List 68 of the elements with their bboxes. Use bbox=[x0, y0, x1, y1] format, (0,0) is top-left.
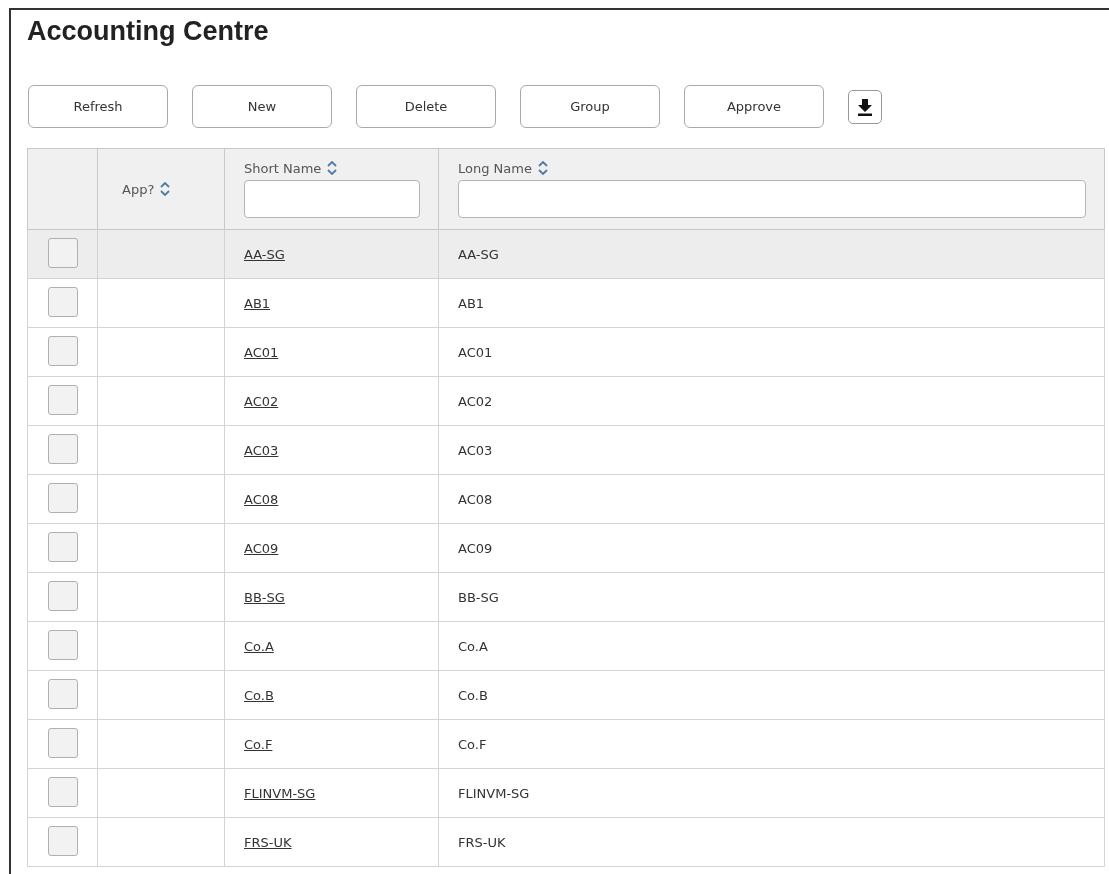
sort-icon[interactable] bbox=[537, 161, 548, 175]
table-row[interactable]: FRS-UK FRS-UK bbox=[27, 817, 1105, 867]
download-icon bbox=[858, 97, 872, 116]
row-checkbox[interactable] bbox=[48, 384, 78, 415]
row-checkbox[interactable] bbox=[48, 335, 78, 366]
row-checkbox[interactable] bbox=[48, 776, 78, 807]
short-name-link[interactable]: AB1 bbox=[244, 295, 271, 311]
row-checkbox[interactable] bbox=[48, 286, 78, 317]
row-checkbox[interactable] bbox=[48, 531, 78, 562]
short-name-link[interactable]: BB-SG bbox=[244, 589, 285, 605]
long-name-text: FRS-UK bbox=[458, 834, 506, 850]
row-checkbox[interactable] bbox=[48, 580, 78, 611]
long-name-text: FLINVM-SG bbox=[458, 785, 530, 801]
download-button[interactable] bbox=[848, 89, 882, 124]
column-header[interactable]: Long Name bbox=[458, 160, 532, 176]
column-header[interactable]: Short Name bbox=[244, 160, 322, 176]
long-name-text: Co.A bbox=[458, 638, 488, 654]
toolbar-button[interactable]: New bbox=[192, 85, 332, 128]
filter-field[interactable] bbox=[458, 179, 1086, 218]
row-checkbox[interactable] bbox=[48, 678, 78, 709]
table-row[interactable]: AB1 AB1 bbox=[27, 278, 1105, 328]
row-checkbox[interactable] bbox=[48, 727, 78, 758]
table-row[interactable]: AC02 AC02 bbox=[27, 376, 1105, 426]
long-name-text: AC09 bbox=[458, 540, 493, 556]
toolbar-button[interactable]: Approve bbox=[684, 85, 824, 128]
row-checkbox[interactable] bbox=[48, 237, 78, 268]
table-row[interactable]: Co.A Co.A bbox=[27, 621, 1105, 671]
row-checkbox[interactable] bbox=[48, 482, 78, 513]
table-row[interactable]: Co.F Co.F bbox=[27, 719, 1105, 769]
table-row[interactable]: AC01 AC01 bbox=[27, 327, 1105, 377]
table-row[interactable]: AC03 AC03 bbox=[27, 425, 1105, 475]
short-name-link[interactable]: Co.F bbox=[244, 736, 273, 752]
table-row[interactable]: FLINVM-SG FLINVM-SG bbox=[27, 768, 1105, 818]
table-row[interactable]: AA-SG AA-SG bbox=[27, 229, 1105, 279]
short-name-link[interactable]: FRS-UK bbox=[244, 834, 292, 850]
long-name-text: AC02 bbox=[458, 393, 493, 409]
long-name-text: Co.B bbox=[458, 687, 488, 703]
long-name-text: Co.F bbox=[458, 736, 487, 752]
page-title: Accounting Centre bbox=[27, 16, 270, 47]
long-name-text: AC03 bbox=[458, 442, 493, 458]
row-checkbox[interactable] bbox=[48, 825, 78, 856]
table-row[interactable]: Co.B Co.B bbox=[27, 670, 1105, 720]
short-name-link[interactable]: Co.A bbox=[244, 638, 274, 654]
short-name-link[interactable]: AC09 bbox=[244, 540, 279, 556]
row-checkbox[interactable] bbox=[48, 433, 78, 464]
toolbar-button[interactable]: Delete bbox=[356, 85, 496, 128]
long-name-text: AA-SG bbox=[458, 246, 499, 262]
long-name-text: AB1 bbox=[458, 295, 485, 311]
short-name-link[interactable]: AC08 bbox=[244, 491, 279, 507]
sort-icon[interactable] bbox=[160, 182, 171, 196]
long-name-text: BB-SG bbox=[458, 589, 499, 605]
toolbar-button[interactable]: Refresh bbox=[28, 85, 168, 128]
column-header[interactable]: App? bbox=[122, 181, 155, 197]
toolbar-button[interactable]: Group bbox=[520, 85, 660, 128]
filter-field[interactable] bbox=[244, 179, 420, 218]
short-name-link[interactable]: Co.B bbox=[244, 687, 274, 703]
short-name-link[interactable]: AC03 bbox=[244, 442, 279, 458]
short-name-link[interactable]: AC01 bbox=[244, 344, 279, 360]
short-name-link[interactable]: FLINVM-SG bbox=[244, 785, 316, 801]
long-name-text: AC01 bbox=[458, 344, 493, 360]
long-name-text: AC08 bbox=[458, 491, 493, 507]
short-name-link[interactable]: AA-SG bbox=[244, 246, 285, 262]
table-row[interactable]: AC09 AC09 bbox=[27, 523, 1105, 573]
short-name-link[interactable]: AC02 bbox=[244, 393, 279, 409]
sort-icon[interactable] bbox=[327, 161, 338, 175]
table-row[interactable]: AC08 AC08 bbox=[27, 474, 1105, 524]
row-checkbox[interactable] bbox=[48, 629, 78, 660]
table-row[interactable]: BB-SG BB-SG bbox=[27, 572, 1105, 622]
